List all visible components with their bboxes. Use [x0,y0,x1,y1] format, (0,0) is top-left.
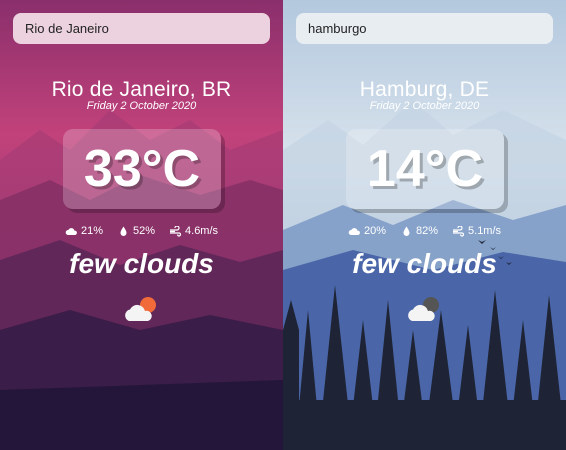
city-search-input[interactable] [13,13,270,44]
temperature-card: 33°C [63,129,221,209]
weather-panel-rio: Rio de Janeiro, BR Friday 2 October 2020… [0,0,283,450]
humidity-stat: 52% [117,225,155,237]
cloud-icon [348,227,360,235]
few-clouds-night-icon [408,297,439,321]
humidity-value: 82% [415,225,439,237]
droplet-icon [120,226,127,236]
weather-description: few clouds [352,248,497,279]
cloudiness-value: 20% [363,225,386,237]
temperature-value: 33°C [83,140,201,198]
wind-value: 5.1m/s [468,225,502,237]
humidity-value: 52% [132,225,156,237]
city-search-box[interactable] [296,13,553,44]
cloud-icon [65,227,77,235]
wind-value: 4.6m/s [185,225,219,237]
city-name: Rio de Janeiro, BR [51,78,232,101]
weather-stats: 21% 52% 4.6m/s [0,225,283,237]
droplet-icon [403,226,410,236]
wind-icon [453,225,465,237]
cloudiness-stat: 20% [348,225,386,237]
wind-stat: 5.1m/s [452,225,501,237]
cloudiness-stat: 21% [65,225,103,237]
weather-description: few clouds [69,248,214,279]
city-search-input[interactable] [296,13,553,44]
city-name: Hamburg, DE [359,78,490,101]
humidity-stat: 82% [400,225,438,237]
city-search-box[interactable] [13,13,270,44]
wind-stat: 4.6m/s [169,225,218,237]
current-date: Friday 2 October 2020 [86,100,197,112]
weather-stats: 20% 82% 5.1m/s [283,225,566,237]
temperature-value: 14°C [366,140,484,198]
weather-panel-hamburg: Hamburg, DE Friday 2 October 2020 14°C 2… [283,0,566,450]
weather-app-comparison: Rio de Janeiro, BR Friday 2 October 2020… [0,0,566,450]
temperature-card: 14°C [346,129,504,209]
few-clouds-day-icon [125,297,156,321]
cloudiness-value: 21% [80,225,103,237]
wind-icon [170,225,182,237]
current-date: Friday 2 October 2020 [369,100,480,112]
